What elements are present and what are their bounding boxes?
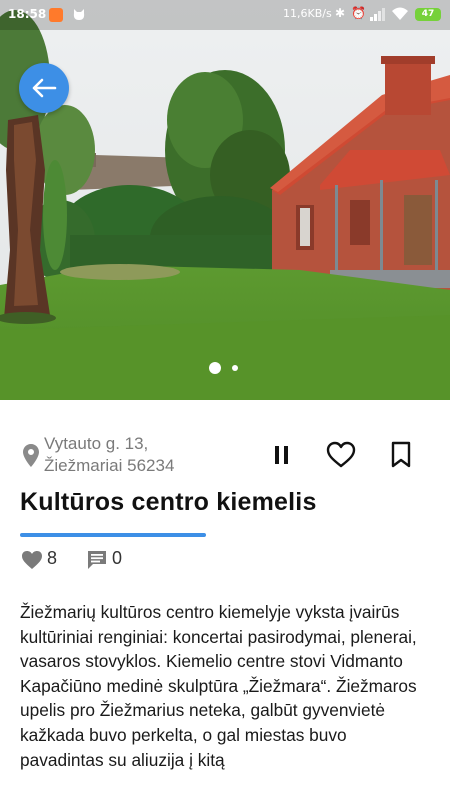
signal-icon xyxy=(370,8,386,21)
heart-outline-icon xyxy=(326,441,356,468)
battery-indicator: 47 xyxy=(415,8,441,21)
address-line-2: Žiežmariai 56234 xyxy=(44,456,175,475)
hero-photo[interactable] xyxy=(0,0,450,400)
favorite-button[interactable] xyxy=(326,441,356,469)
likes-count: 8 xyxy=(47,548,58,568)
pause-icon xyxy=(275,446,288,464)
comments-count: 0 xyxy=(112,548,123,568)
address[interactable]: Vytauto g. 13, Žiežmariai 56234 xyxy=(44,433,174,477)
heart-filled-icon xyxy=(22,551,42,569)
address-line-1: Vytauto g. 13, xyxy=(44,434,149,453)
location-pin-icon xyxy=(23,444,39,467)
bookmark-outline-icon xyxy=(391,441,411,468)
arrow-left-icon xyxy=(32,78,57,98)
wifi-icon xyxy=(392,7,408,21)
place-title: Kultūros centro kiemelis xyxy=(20,488,317,516)
place-description: Žiežmarių kultūros centro kiemelyje vyks… xyxy=(20,602,417,770)
bookmark-button[interactable] xyxy=(389,441,413,469)
network-speed: 11,6KB/s xyxy=(283,7,332,20)
alarm-icon: ⏰ xyxy=(351,6,366,20)
gallery-dot-active[interactable] xyxy=(209,362,221,374)
back-button[interactable] xyxy=(19,63,69,113)
pause-audio-button[interactable] xyxy=(271,443,293,467)
notification-app-icon xyxy=(49,8,63,22)
title-underline xyxy=(20,533,206,537)
status-time: 18:58 xyxy=(8,7,47,21)
comment-icon xyxy=(88,551,106,569)
status-bar: 18:58 11,6KB/s ✱ ⏰ 47 xyxy=(0,0,450,30)
photo-illustration xyxy=(0,0,450,400)
cat-notification-icon xyxy=(72,8,86,22)
gallery-dot[interactable] xyxy=(232,365,238,371)
bluetooth-icon: ✱ xyxy=(335,6,346,20)
